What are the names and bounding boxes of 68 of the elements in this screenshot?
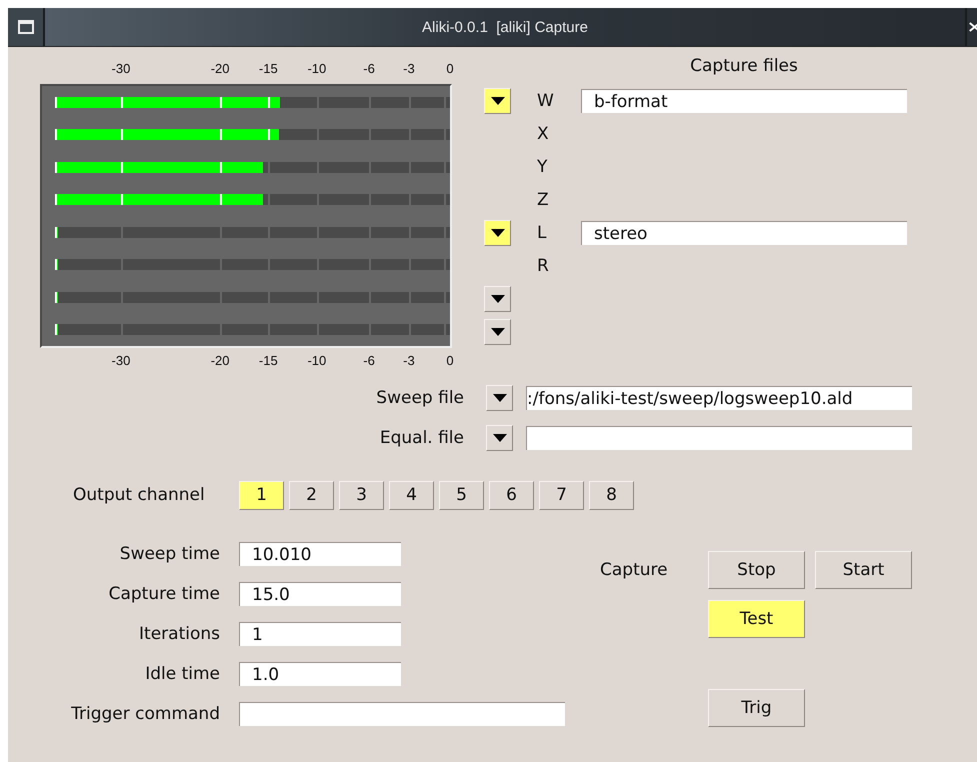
- scale-label: -3: [403, 353, 415, 368]
- action-button[interactable]: Start: [815, 551, 912, 589]
- input-field[interactable]: 15.0: [239, 582, 401, 606]
- caret-icon: [490, 228, 504, 236]
- action-button[interactable]: Stop: [708, 551, 805, 589]
- field-label: Iterations: [138, 624, 220, 644]
- dropdown-button[interactable]: [484, 88, 511, 114]
- input-field[interactable]: 1.0: [239, 662, 401, 686]
- dropdown-button[interactable]: [486, 425, 513, 451]
- scale-label: -10: [307, 353, 326, 368]
- channel-button[interactable]: 3: [339, 480, 384, 510]
- file-path-field[interactable]: [526, 426, 912, 450]
- channel-button[interactable]: 8: [589, 480, 634, 510]
- channel-label: L: [537, 222, 546, 242]
- field-label: Output channel: [73, 485, 206, 505]
- input-field[interactable]: 1: [239, 622, 401, 646]
- scale-label: -3: [403, 61, 415, 76]
- scale-label: -20: [210, 61, 230, 76]
- field-label: Idle time: [144, 664, 220, 684]
- channel-button[interactable]: 7: [539, 480, 584, 510]
- input-field[interactable]: 10.010: [239, 542, 401, 566]
- scale-label: -15: [258, 353, 278, 368]
- caret-icon: [490, 294, 504, 302]
- channel-button[interactable]: 5: [439, 480, 484, 510]
- file-path-field[interactable]: :/fons/aliki-test/sweep/logsweep10.ald: [526, 386, 912, 410]
- file-name-field[interactable]: stereo: [581, 220, 907, 244]
- channel-label: W: [537, 90, 554, 110]
- action-button[interactable]: Trig: [708, 689, 805, 727]
- scale-label: 0: [446, 61, 454, 76]
- channel-button[interactable]: 1: [239, 480, 284, 510]
- file-name-field[interactable]: b-format: [581, 88, 907, 112]
- field-label: Sweep time: [118, 544, 220, 564]
- caret-icon: [490, 96, 504, 104]
- dropdown-button[interactable]: [484, 286, 511, 312]
- field-label: Capture time: [108, 584, 220, 604]
- action-button[interactable]: Test: [708, 600, 805, 638]
- scale-label: -30: [112, 353, 130, 368]
- caret-icon: [490, 328, 504, 336]
- close-button[interactable]: [965, 8, 977, 46]
- section-heading: Capture files: [690, 56, 798, 76]
- scale-label: -20: [210, 353, 230, 368]
- window-title: Aliki-0.0.1 [aliki] Capture: [421, 18, 589, 38]
- scale-label: -10: [307, 61, 326, 76]
- channel-label: Z: [537, 190, 549, 210]
- caret-icon: [492, 394, 506, 402]
- caret-icon: [492, 434, 506, 442]
- channel-label: X: [537, 124, 549, 144]
- scale-label: -15: [258, 61, 278, 76]
- dropdown-button[interactable]: [484, 318, 511, 344]
- scale-label: -6: [363, 353, 375, 368]
- field-label: Equal. file: [378, 428, 464, 448]
- field-label: Sweep file: [375, 388, 464, 408]
- channel-button[interactable]: 2: [289, 480, 334, 510]
- channel-button[interactable]: 6: [489, 480, 534, 510]
- dropdown-button[interactable]: [486, 385, 513, 411]
- window-menu-button[interactable]: [8, 8, 45, 46]
- input-field[interactable]: [239, 702, 565, 726]
- scale-label: 0: [446, 353, 454, 368]
- window-icon: [18, 20, 34, 34]
- channel-button[interactable]: 4: [389, 480, 434, 510]
- field-label: Trigger command: [70, 704, 220, 724]
- close-icon: [969, 20, 977, 34]
- channel-label: R: [537, 256, 549, 276]
- capture-label: Capture: [600, 560, 669, 580]
- scale-label: -6: [363, 61, 375, 76]
- dropdown-button[interactable]: [484, 220, 511, 246]
- channel-label: Y: [537, 156, 548, 176]
- scale-label: -30: [112, 61, 130, 76]
